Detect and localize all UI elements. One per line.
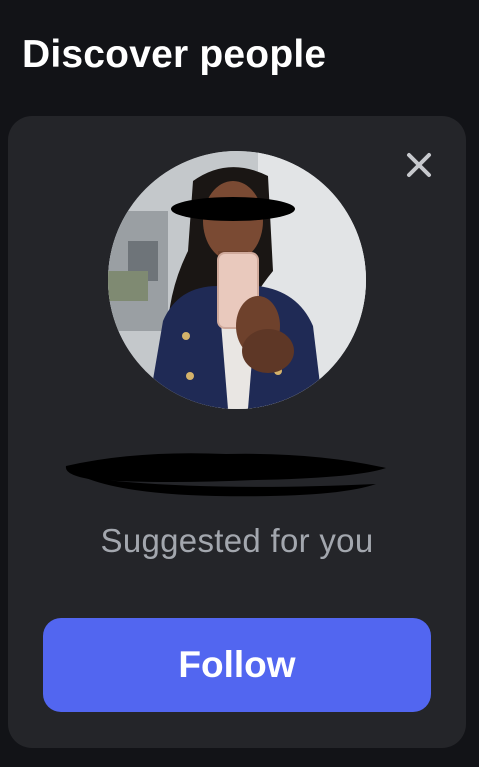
- profile-photo: [108, 151, 366, 409]
- suggestion-card: Suggested for you Follow: [8, 116, 466, 748]
- page-title: Discover people: [22, 33, 327, 76]
- dismiss-button[interactable]: [400, 146, 438, 184]
- avatar[interactable]: [108, 151, 366, 409]
- follow-button[interactable]: Follow: [43, 618, 431, 712]
- redaction-scribble: [65, 453, 386, 497]
- redacted-username: [56, 444, 396, 502]
- close-icon: [407, 153, 431, 177]
- suggestion-reason: Suggested for you: [100, 522, 374, 559]
- discover-people-screen: Discover people Suggested for you Follow: [0, 0, 479, 767]
